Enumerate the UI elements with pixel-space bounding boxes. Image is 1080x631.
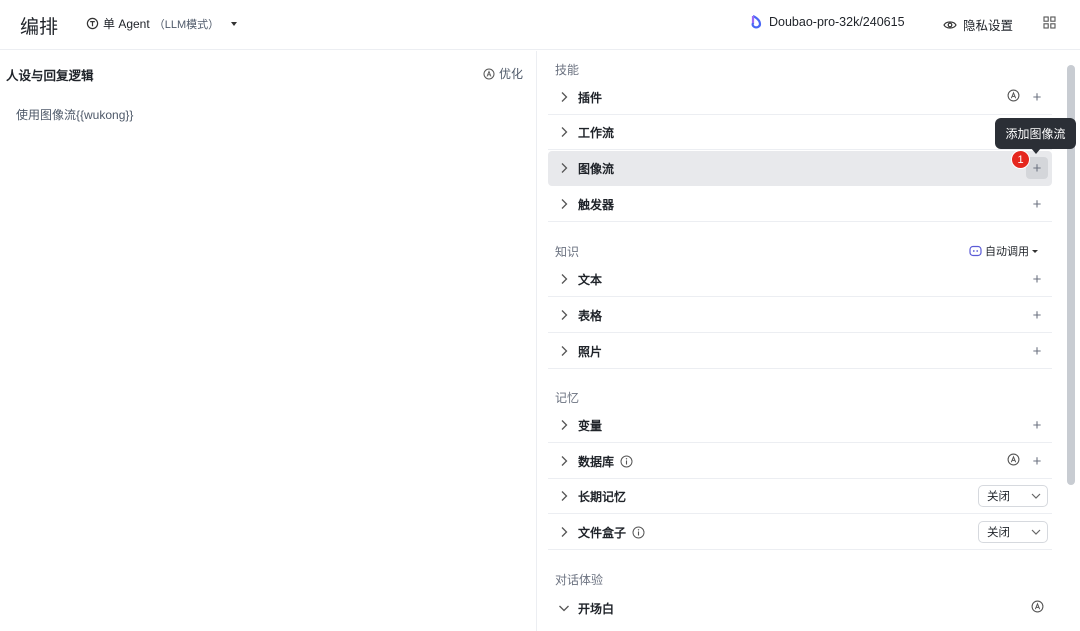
ai-auto-icon[interactable] xyxy=(1007,453,1020,469)
agent-mode-label: 单 Agent xyxy=(103,17,150,31)
chevron-down-icon xyxy=(1032,249,1038,253)
add-variable-button[interactable]: + xyxy=(1030,418,1044,433)
knowledge-row-label: 文本 xyxy=(578,272,603,287)
add-trigger-button[interactable]: + xyxy=(1030,197,1044,212)
ai-auto-icon[interactable] xyxy=(1007,89,1020,105)
grid-icon xyxy=(1043,16,1056,29)
memory-row-label: 变量 xyxy=(578,418,603,433)
chevron-down-icon xyxy=(231,21,238,26)
agent-mode-selector[interactable]: 单 Agent （LLM模式） xyxy=(86,15,238,32)
chevron-right-icon xyxy=(554,455,574,467)
skill-row-imageflow[interactable]: 图像流 + xyxy=(548,151,1052,186)
doubao-logo-icon xyxy=(751,15,762,29)
layout-grid-button[interactable] xyxy=(1043,16,1056,32)
knowledge-row-text[interactable]: 文本 + xyxy=(548,262,1052,297)
chevron-right-icon xyxy=(554,198,574,210)
chevron-down-icon xyxy=(554,604,574,612)
memory-row-variable[interactable]: 变量 + xyxy=(548,408,1052,443)
skill-row-label: 触发器 xyxy=(578,197,615,212)
auto-call-icon xyxy=(969,245,982,257)
skill-row-plugin[interactable]: 插件 + xyxy=(548,80,1052,115)
select-value: 关闭 xyxy=(987,527,1010,539)
step-badge: 1 xyxy=(1011,150,1030,169)
dialog-row-opening[interactable]: 开场白 xyxy=(548,591,1052,626)
ai-auto-icon[interactable] xyxy=(1031,600,1044,616)
agent-mode-sub: （LLM模式） xyxy=(153,18,220,31)
chevron-right-icon xyxy=(554,91,574,103)
file-box-label: 文件盒子 xyxy=(578,525,627,540)
page-title: 编排 xyxy=(20,17,59,38)
persona-title: 人设与回复逻辑 xyxy=(6,69,94,83)
knowledge-section-title: 知识 xyxy=(555,245,580,259)
chevron-right-icon xyxy=(554,526,574,538)
chevron-right-icon xyxy=(554,273,574,285)
knowledge-row-label: 照片 xyxy=(578,344,603,359)
model-name: Doubao-pro-32k/240615 xyxy=(769,15,905,29)
persona-prompt-editor[interactable]: 使用图像流{{wukong}} xyxy=(16,106,133,123)
select-value: 关闭 xyxy=(987,491,1010,503)
info-icon[interactable] xyxy=(632,526,645,539)
memory-row-label: 数据库 xyxy=(578,453,633,470)
memory-row-long-term[interactable]: 长期记忆 关闭 xyxy=(548,479,1052,514)
add-imageflow-tooltip: 添加图像流 xyxy=(995,118,1076,149)
add-table-button[interactable]: + xyxy=(1030,308,1044,323)
file-box-select[interactable]: 关闭 xyxy=(978,521,1048,543)
skill-row-trigger[interactable]: 触发器 + xyxy=(548,187,1052,222)
dialog-row-label: 开场白 xyxy=(578,601,615,616)
knowledge-row-photo[interactable]: 照片 + xyxy=(548,334,1052,369)
optimize-label: 优化 xyxy=(499,67,524,81)
skill-row-label: 插件 xyxy=(578,90,603,105)
add-text-button[interactable]: + xyxy=(1030,272,1044,287)
skill-row-label: 图像流 xyxy=(578,161,615,176)
auto-call-dropdown[interactable]: 自动调用 xyxy=(969,243,1038,259)
add-photo-button[interactable]: + xyxy=(1030,344,1044,359)
info-icon[interactable] xyxy=(620,455,633,468)
knowledge-row-label: 表格 xyxy=(578,308,603,323)
memory-section-title: 记忆 xyxy=(555,391,580,405)
auto-call-label: 自动调用 xyxy=(985,246,1029,258)
privacy-settings-label: 隐私设置 xyxy=(963,19,1014,33)
chevron-right-icon xyxy=(554,162,574,174)
model-selector[interactable]: Doubao-pro-32k/240615 xyxy=(750,15,905,29)
chevron-right-icon xyxy=(554,126,574,138)
privacy-settings-button[interactable]: 隐私设置 xyxy=(943,15,1013,34)
add-database-button[interactable]: + xyxy=(1030,454,1044,469)
chevron-down-icon xyxy=(1031,493,1041,499)
memory-row-label: 长期记忆 xyxy=(578,489,627,504)
chevron-right-icon xyxy=(554,309,574,321)
agent-mode-icon xyxy=(86,17,99,30)
memory-row-database[interactable]: 数据库 + xyxy=(548,444,1052,479)
database-label: 数据库 xyxy=(578,454,615,469)
memory-row-label: 文件盒子 xyxy=(578,524,645,541)
memory-row-file-box[interactable]: 文件盒子 关闭 xyxy=(548,515,1052,550)
tooltip-arrow xyxy=(1031,148,1041,154)
skill-row-label: 工作流 xyxy=(578,125,615,140)
skills-section-title: 技能 xyxy=(555,63,580,77)
skill-row-workflow[interactable]: 工作流 xyxy=(548,115,1052,150)
optimize-button[interactable]: 优化 xyxy=(483,65,523,82)
ai-circle-icon xyxy=(483,68,495,79)
add-plugin-button[interactable]: + xyxy=(1030,90,1044,105)
chevron-down-icon xyxy=(1031,529,1041,535)
chevron-right-icon xyxy=(554,490,574,502)
long-term-memory-select[interactable]: 关闭 xyxy=(978,485,1048,507)
chevron-right-icon xyxy=(554,419,574,431)
top-bar: 编排 单 Agent （LLM模式） Doubao-pro-32k/240615… xyxy=(0,0,1080,50)
chevron-right-icon xyxy=(554,345,574,357)
dialog-section-title: 对话体验 xyxy=(555,573,604,587)
knowledge-row-table[interactable]: 表格 + xyxy=(548,298,1052,333)
config-panel: 技能 插件 + 工作流 图像流 + 触发器 + 知识 自动调用 文本 + 表格 … xyxy=(538,51,1064,631)
eye-icon xyxy=(943,20,957,29)
persona-panel: 人设与回复逻辑 优化 使用图像流{{wukong}} xyxy=(0,51,537,631)
